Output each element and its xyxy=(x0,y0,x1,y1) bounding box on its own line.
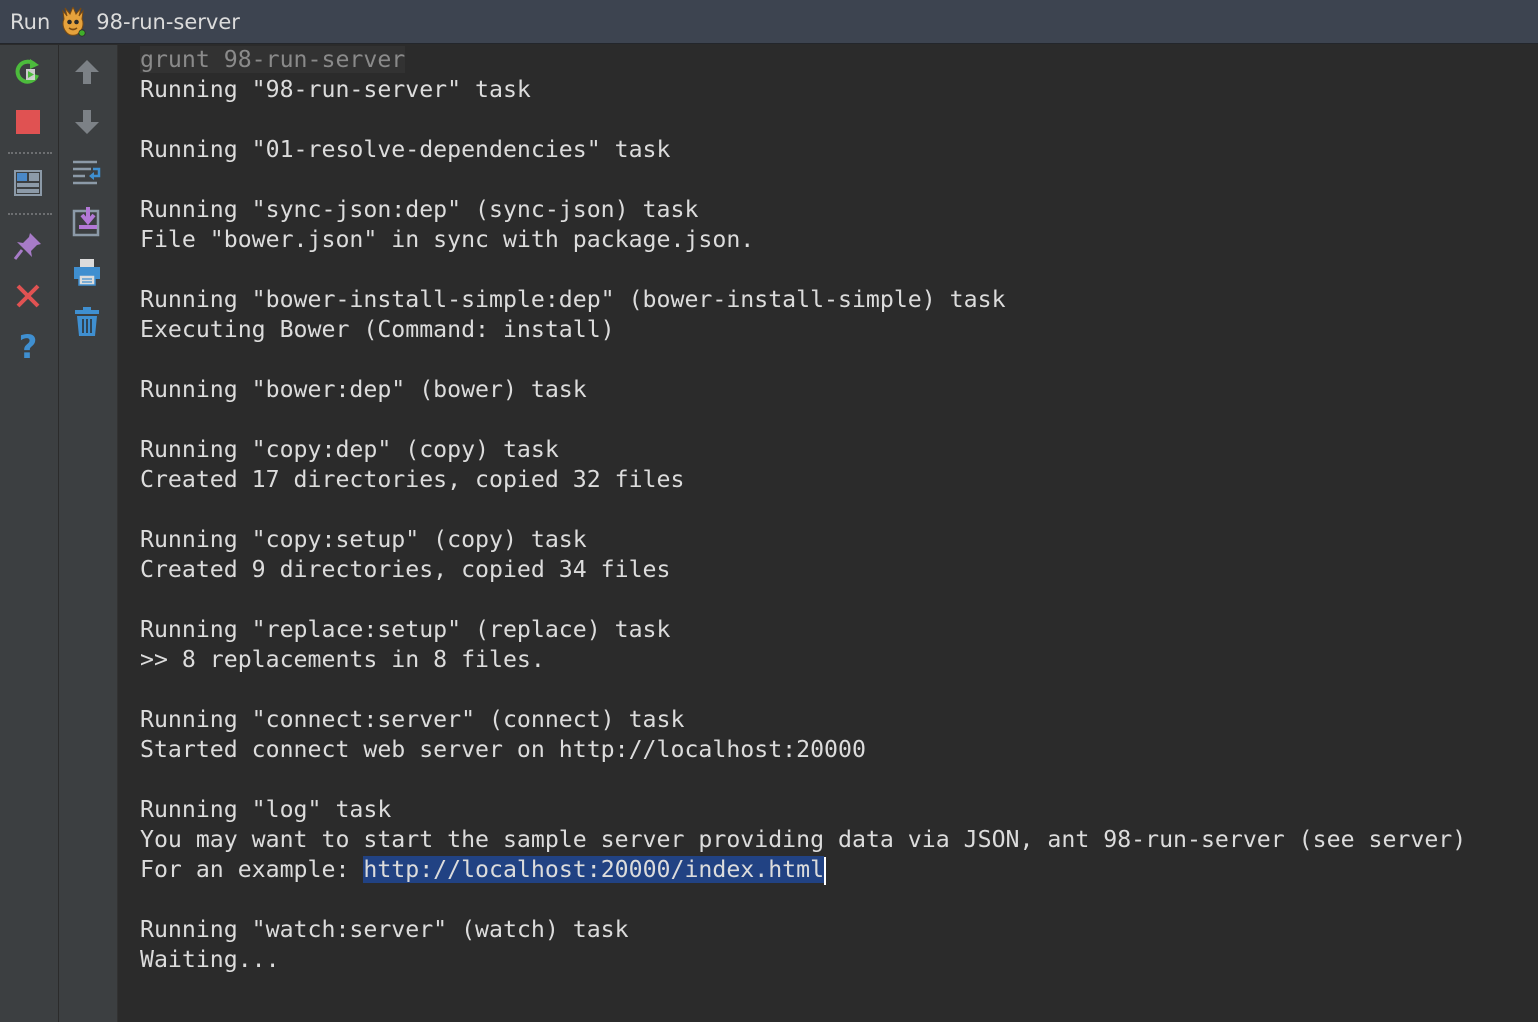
console-line: Running "98-run-server" task xyxy=(140,76,531,103)
console-line: Created 9 directories, copied 34 files xyxy=(140,556,671,583)
grunt-icon xyxy=(60,5,86,37)
console-actions-toolbar xyxy=(59,45,118,1022)
run-label: Run xyxy=(10,9,51,34)
close-icon[interactable] xyxy=(9,277,47,315)
console-output[interactable]: grunt 98-run-server Running "98-run-serv… xyxy=(118,45,1538,1022)
pin-icon[interactable] xyxy=(9,227,47,265)
console-tail-lines: Running "watch:server" (watch) task Waiti… xyxy=(140,885,1538,975)
console-line: File "bower.json" in sync with package.j… xyxy=(140,226,755,253)
help-icon[interactable]: ? xyxy=(9,327,47,365)
console-line: Running "connect:server" (connect) task xyxy=(140,706,685,733)
console-line: Running "copy:setup" (copy) task xyxy=(140,526,587,553)
text-caret xyxy=(824,856,827,885)
rerun-icon[interactable] xyxy=(9,53,47,91)
console-line: >> 8 replacements in 8 files. xyxy=(140,646,545,673)
separator xyxy=(8,152,52,154)
console-lines: Running "98-run-server" task Running "01-… xyxy=(140,75,1538,855)
trash-icon[interactable] xyxy=(68,303,106,341)
console-line: Running "copy:dep" (copy) task xyxy=(140,436,559,463)
svg-text:?: ? xyxy=(19,329,38,363)
soft-wrap-icon[interactable] xyxy=(68,153,106,191)
arrow-down-icon[interactable] xyxy=(68,103,106,141)
console-line: Running "01-resolve-dependencies" task xyxy=(140,136,671,163)
console-command: grunt 98-run-server xyxy=(140,46,406,73)
example-prefix: For an example: xyxy=(140,856,364,883)
console-line: Running "bower-install-simple:dep" (bowe… xyxy=(140,286,1006,313)
console-line: Running "replace:setup" (replace) task xyxy=(140,616,671,643)
run-actions-toolbar: ? xyxy=(0,45,59,1022)
console-line: Running "sync-json:dep" (sync-json) task xyxy=(140,196,699,223)
arrow-up-icon[interactable] xyxy=(68,53,106,91)
stop-icon[interactable] xyxy=(9,103,47,141)
run-config-name[interactable]: 98-run-server xyxy=(96,10,240,34)
console-line: Started connect web server on http://loc… xyxy=(140,736,866,763)
console-example-line: For an example: http://localhost:20000/i… xyxy=(140,855,1538,885)
console-line: You may want to start the sample server … xyxy=(140,826,1467,853)
console-line: Created 17 directories, copied 32 files xyxy=(140,466,685,493)
console-command-line: grunt 98-run-server xyxy=(140,45,1538,75)
console-line: Running "bower:dep" (bower) task xyxy=(140,376,587,403)
run-tool-window-header: Run 98-run-server xyxy=(0,0,1538,44)
console-line: Executing Bower (Command: install) xyxy=(140,316,615,343)
separator xyxy=(8,213,52,215)
restore-layout-icon[interactable] xyxy=(9,164,47,202)
example-link[interactable]: http://localhost:20000/index.html xyxy=(363,856,825,883)
console-line: Running "log" task xyxy=(140,796,392,823)
print-icon[interactable] xyxy=(68,253,106,291)
scroll-to-end-icon[interactable] xyxy=(68,203,106,241)
console-line: Waiting... xyxy=(140,946,280,973)
console-line: Running "watch:server" (watch) task xyxy=(140,916,629,943)
